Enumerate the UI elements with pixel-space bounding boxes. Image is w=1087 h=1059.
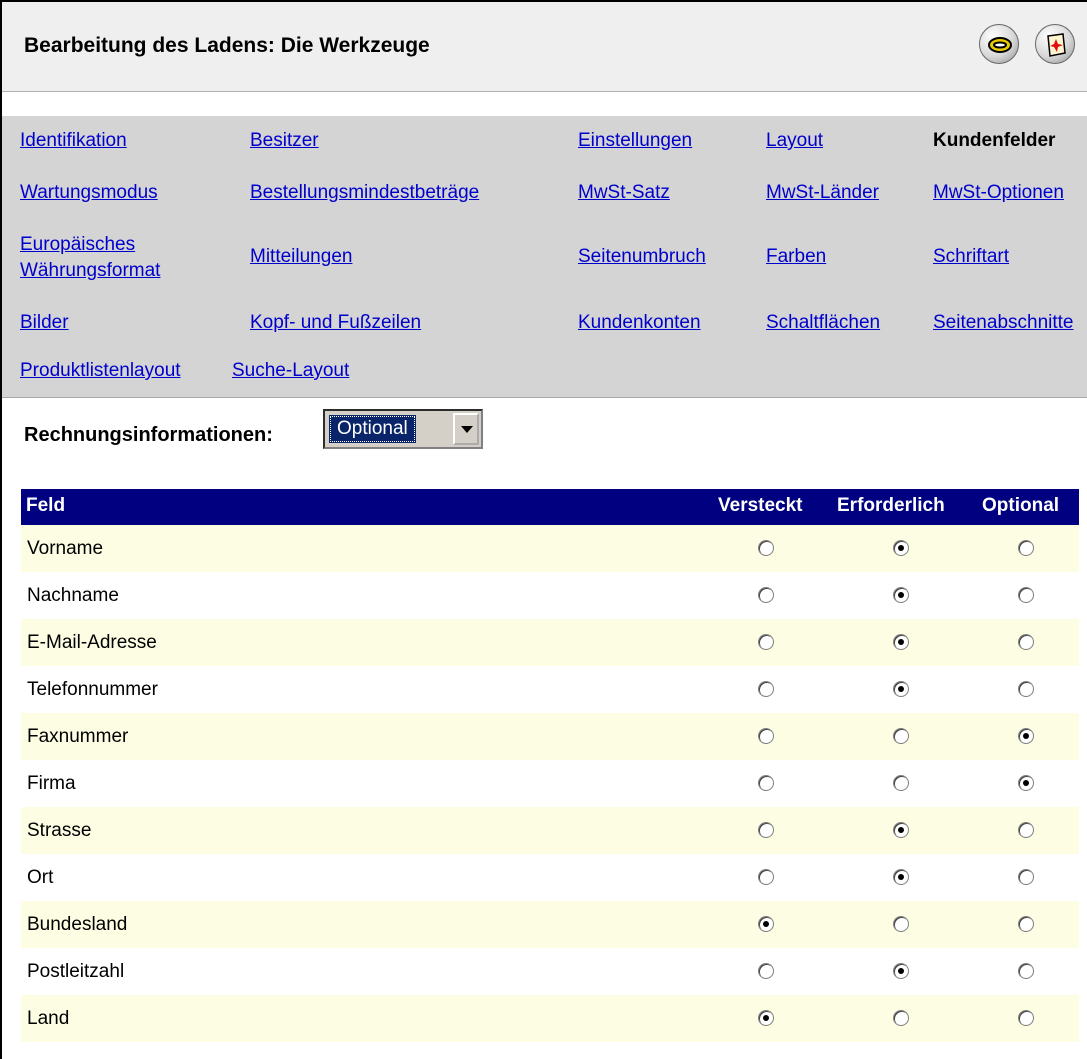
radio-hidden[interactable] — [758, 634, 774, 650]
field-label: Vorname — [27, 538, 104, 559]
link-icon[interactable] — [979, 24, 1019, 64]
nav-europaeisches-waehrungsformat[interactable]: Europäisches Währungsformat — [20, 232, 220, 284]
nav-seitenabschnitte[interactable]: Seitenabschnitte — [933, 310, 1074, 336]
header-feld: Feld — [26, 495, 66, 516]
radio-optional[interactable] — [1018, 634, 1034, 650]
table-row: Land — [21, 995, 1079, 1042]
header-versteckt: Versteckt — [718, 495, 803, 516]
radio-optional[interactable] — [1018, 681, 1034, 697]
nav-kundenfelder-active: Kundenfelder — [933, 130, 1056, 151]
radio-hidden[interactable] — [758, 681, 774, 697]
radio-required[interactable] — [893, 587, 909, 603]
field-label: Nachname — [27, 585, 119, 606]
nav-kopf-und-fusszeilen[interactable]: Kopf- und Fußzeilen — [250, 310, 421, 336]
tools-nav: Identifikation Besitzer Einstellungen La… — [2, 116, 1087, 398]
field-label: Postleitzahl — [27, 961, 125, 982]
field-label: Faxnummer — [27, 726, 129, 747]
nav-schaltflaechen[interactable]: Schaltflächen — [766, 310, 880, 336]
table-row: Firma — [21, 760, 1079, 807]
field-label: Land — [27, 1008, 70, 1029]
table-row: Ort — [21, 854, 1079, 901]
table-row: Bundesland — [21, 901, 1079, 948]
radio-optional[interactable] — [1018, 728, 1034, 744]
radio-optional[interactable] — [1018, 540, 1034, 556]
radio-hidden[interactable] — [758, 916, 774, 932]
nav-suche-layout[interactable]: Suche-Layout — [232, 358, 349, 384]
table-row: Faxnummer — [21, 713, 1079, 760]
nav-einstellungen[interactable]: Einstellungen — [578, 128, 692, 154]
radio-required[interactable] — [893, 728, 909, 744]
page-title: Bearbeitung des Ladens: Die Werkzeuge — [24, 34, 430, 57]
nav-mwst-satz[interactable]: MwSt-Satz — [578, 180, 670, 206]
table-row: Postleitzahl — [21, 948, 1079, 995]
table-row: Vorname — [21, 525, 1079, 572]
radio-required[interactable] — [893, 775, 909, 791]
nav-mwst-optionen[interactable]: MwSt-Optionen — [933, 180, 1064, 206]
nav-seitenumbruch[interactable]: Seitenumbruch — [578, 244, 706, 270]
radio-hidden[interactable] — [758, 1010, 774, 1026]
table-row: E-Mail-Adresse — [21, 619, 1079, 666]
radio-required[interactable] — [893, 1010, 909, 1026]
radio-optional[interactable] — [1018, 916, 1034, 932]
radio-hidden[interactable] — [758, 869, 774, 885]
nav-farben[interactable]: Farben — [766, 244, 826, 270]
radio-optional[interactable] — [1018, 1010, 1034, 1026]
field-label: Telefonnummer — [27, 679, 158, 700]
radio-optional[interactable] — [1018, 775, 1034, 791]
nav-mitteilungen[interactable]: Mitteilungen — [250, 244, 352, 270]
table-row: Telefonnummer — [21, 666, 1079, 713]
nav-produktlistenlayout[interactable]: Produktlistenlayout — [20, 358, 181, 384]
radio-optional[interactable] — [1018, 869, 1034, 885]
billing-info-select[interactable]: Optional — [323, 409, 483, 449]
nav-kundenkonten[interactable]: Kundenkonten — [578, 310, 701, 336]
radio-required[interactable] — [893, 822, 909, 838]
radio-required[interactable] — [893, 916, 909, 932]
radio-optional[interactable] — [1018, 963, 1034, 979]
title-bar: Bearbeitung des Ladens: Die Werkzeuge — [2, 2, 1087, 92]
radio-optional[interactable] — [1018, 587, 1034, 603]
nav-bestellungsmindestbetraege[interactable]: Bestellungsmindestbeträge — [250, 180, 479, 206]
nav-schriftart[interactable]: Schriftart — [933, 244, 1009, 270]
field-label: Bundesland — [27, 914, 128, 935]
radio-optional[interactable] — [1018, 822, 1034, 838]
radio-required[interactable] — [893, 634, 909, 650]
radio-hidden[interactable] — [758, 728, 774, 744]
radio-hidden[interactable] — [758, 587, 774, 603]
field-label: Firma — [27, 773, 76, 794]
billing-info-selected-value: Optional — [329, 415, 416, 443]
radio-hidden[interactable] — [758, 775, 774, 791]
table-row: Strasse — [21, 807, 1079, 854]
chevron-down-icon[interactable] — [453, 413, 479, 445]
nav-layout[interactable]: Layout — [766, 128, 823, 154]
table-header: Feld Versteckt Erforderlich Optional — [21, 489, 1079, 525]
tools-window: Bearbeitung des Ladens: Die Werkzeuge Id… — [0, 0, 1087, 1059]
nav-mwst-laender[interactable]: MwSt-Länder — [766, 180, 879, 206]
field-label: Ort — [27, 867, 54, 888]
nav-wartungsmodus[interactable]: Wartungsmodus — [20, 180, 158, 206]
header-optional: Optional — [982, 495, 1060, 516]
radio-required[interactable] — [893, 869, 909, 885]
field-label: Strasse — [27, 820, 92, 841]
help-icon[interactable] — [1035, 24, 1075, 64]
header-erforderlich: Erforderlich — [837, 495, 945, 516]
radio-required[interactable] — [893, 681, 909, 697]
radio-required[interactable] — [893, 963, 909, 979]
radio-hidden[interactable] — [758, 540, 774, 556]
field-label: E-Mail-Adresse — [27, 632, 157, 653]
nav-bilder[interactable]: Bilder — [20, 310, 69, 336]
table-row: Nachname — [21, 572, 1079, 619]
billing-info-label: Rechnungsinformationen: — [24, 424, 273, 446]
nav-identifikation[interactable]: Identifikation — [20, 128, 127, 154]
radio-hidden[interactable] — [758, 822, 774, 838]
radio-required[interactable] — [893, 540, 909, 556]
radio-hidden[interactable] — [758, 963, 774, 979]
nav-besitzer[interactable]: Besitzer — [250, 128, 319, 154]
